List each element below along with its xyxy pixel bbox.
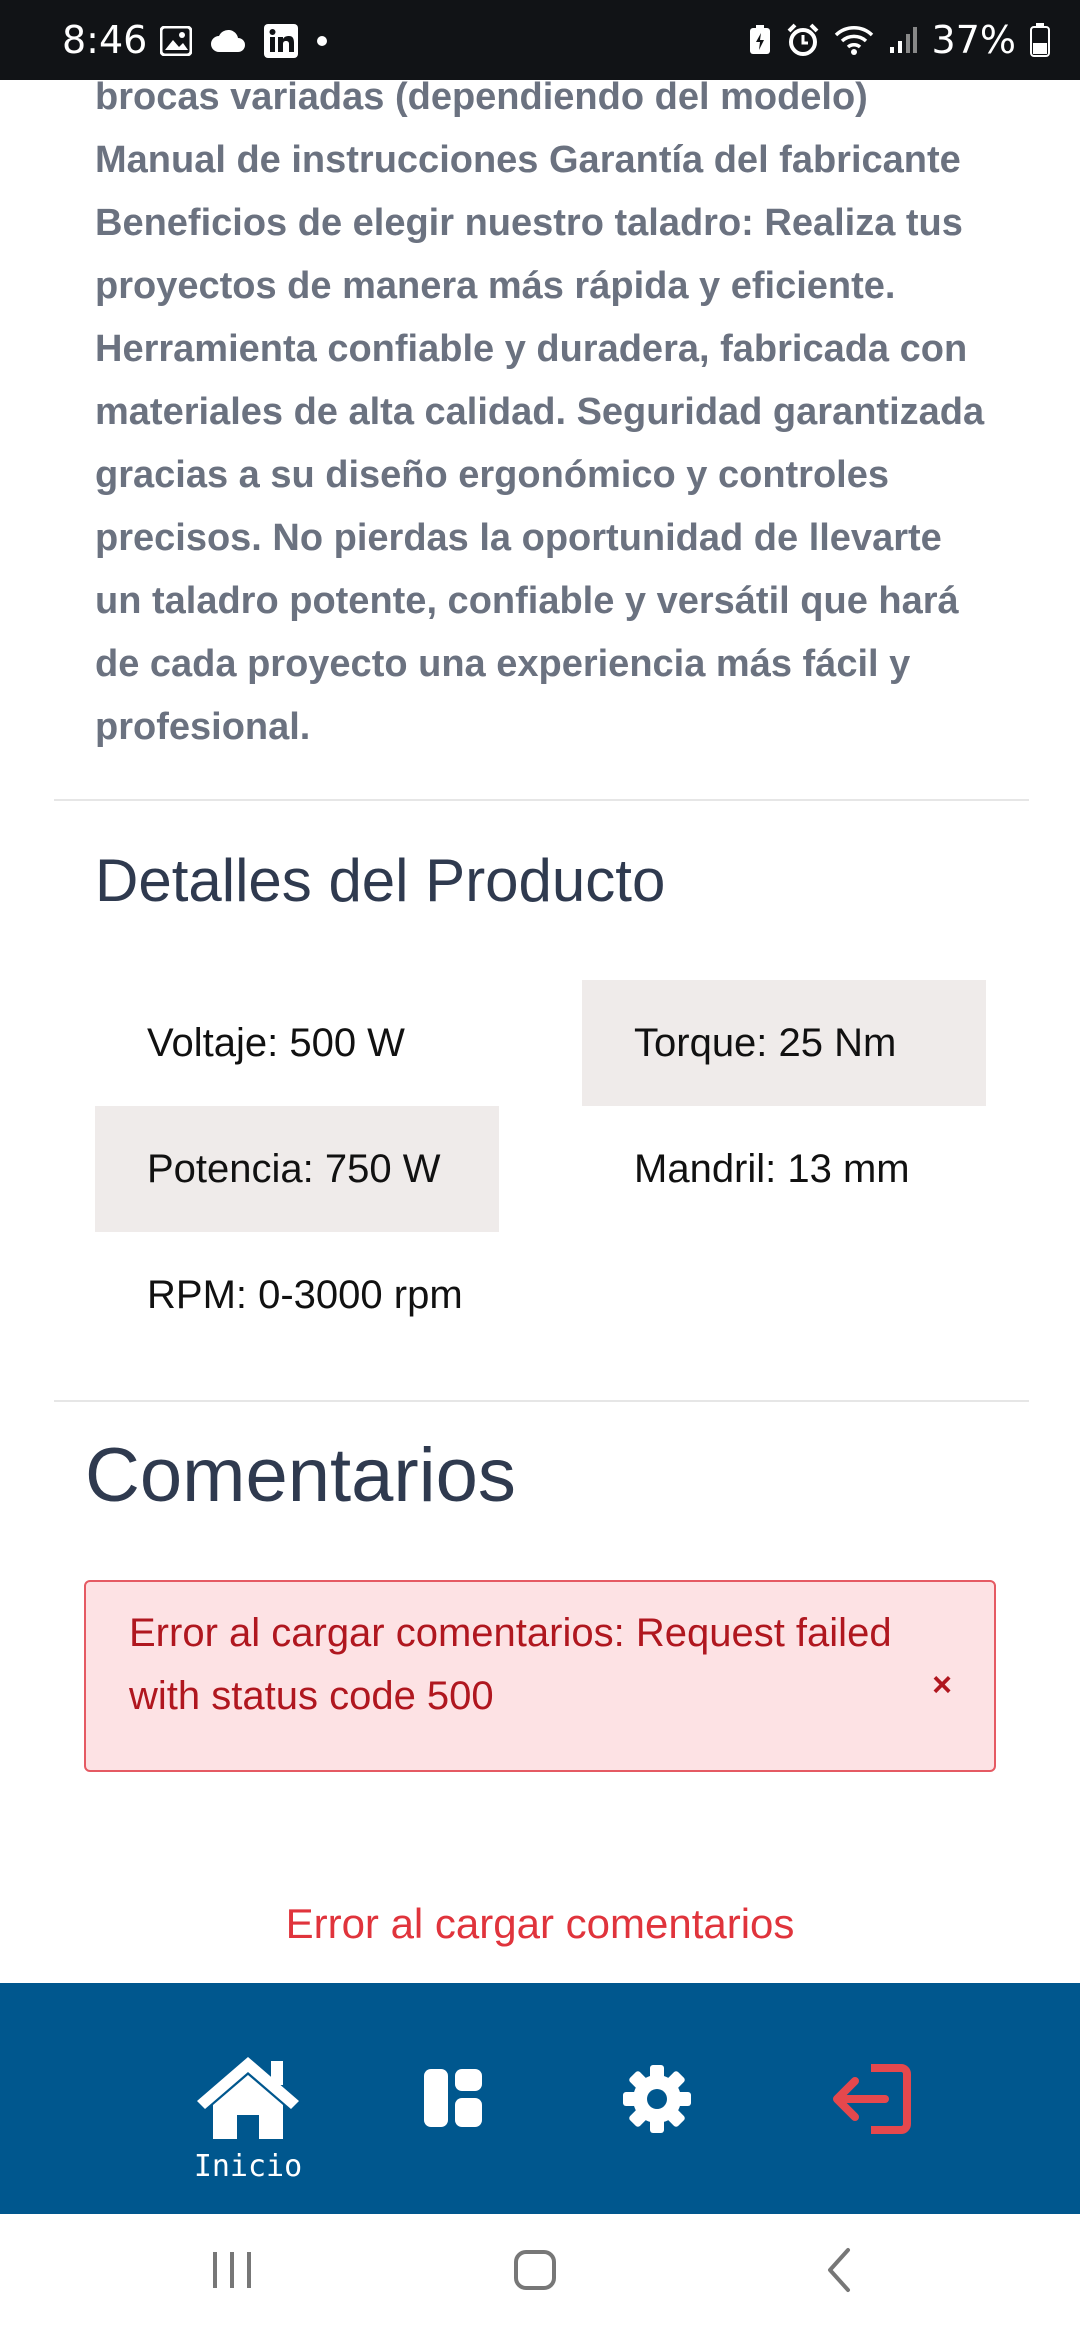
dashboard-icon: [424, 2069, 482, 2127]
alarm-icon: [787, 23, 818, 56]
divider: [54, 799, 1029, 801]
back-icon[interactable]: [822, 2244, 858, 2296]
battery-icon: [1030, 23, 1050, 57]
nav-home-button[interactable]: Inicio: [188, 1983, 308, 2214]
signal-icon: [889, 27, 917, 53]
spec-mandril: Mandril: 13 mm: [634, 1146, 910, 1191]
recent-apps-icon[interactable]: [210, 2244, 254, 2296]
wifi-icon: [834, 26, 873, 55]
battery-percentage: 37%: [931, 18, 1016, 62]
error-alert: Error al cargar comentarios: Request fai…: [84, 1580, 996, 1772]
spec-rpm: RPM: 0-3000 rpm: [147, 1272, 463, 1317]
nav-dashboard-button[interactable]: [420, 1983, 486, 2214]
bottom-navigation: Inicio: [0, 1983, 1080, 2214]
spec-torque: Torque: 25 Nm: [582, 980, 986, 1106]
home-button-icon[interactable]: [512, 2244, 558, 2296]
logout-icon: [833, 2064, 911, 2134]
battery-saver-icon: [749, 25, 770, 54]
status-time: 8:46: [62, 18, 148, 62]
nav-logout-button[interactable]: [826, 1983, 912, 2214]
home-icon: [197, 2057, 299, 2139]
image-icon: [160, 26, 192, 56]
spec-voltaje: Voltaje: 500 W: [147, 1020, 405, 1065]
divider: [54, 1400, 1029, 1402]
system-navigation-bar: [0, 2214, 1080, 2340]
comments-title: Comentarios: [85, 1433, 516, 1518]
nav-settings-button[interactable]: [620, 1983, 694, 2214]
product-description: brocas variadas (dependiendo del modelo)…: [95, 76, 985, 748]
product-details-title: Detalles del Producto: [95, 847, 666, 914]
cloud-icon: [211, 29, 245, 52]
gear-icon: [623, 2065, 691, 2133]
dot-icon: [317, 36, 327, 46]
alert-message: Error al cargar comentarios: Request fai…: [129, 1611, 892, 1718]
comments-error-text: Error al cargar comentarios: [285, 1900, 795, 1947]
nav-home-label: Inicio: [193, 2149, 303, 2184]
spec-potencia: Potencia: 750 W: [95, 1106, 499, 1232]
alert-close-button[interactable]: ×: [932, 1654, 952, 1717]
linkedin-icon: [264, 24, 298, 58]
